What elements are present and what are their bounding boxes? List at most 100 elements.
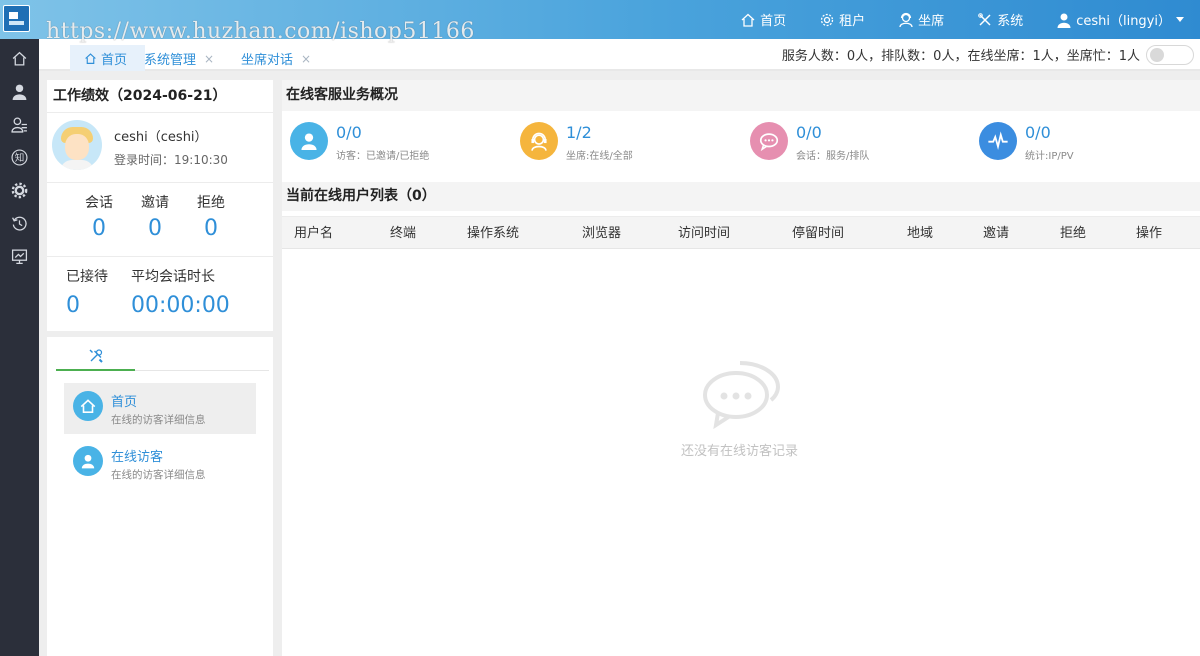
home-icon [741, 13, 755, 27]
tab-agent-chat[interactable]: 坐席对话 × [241, 46, 311, 71]
tools-icon [89, 349, 103, 363]
gear-icon [11, 182, 28, 199]
avg-duration-label: 平均会话时长 [131, 269, 215, 285]
pulse-icon [979, 122, 1017, 160]
stat-sessions-label: 会话 [85, 195, 113, 211]
tools-panel: 首页 在线的访客详细信息 在线访客 在线的访客详细信息 [47, 337, 273, 656]
stat-invites: 邀请 0 [125, 183, 185, 241]
overview-sessions-label: 会话：服务/排队 [796, 151, 870, 162]
stat-sessions-value: 0 [92, 216, 106, 241]
col-visit-time[interactable]: 访问时间 [678, 217, 730, 250]
col-terminal[interactable]: 终端 [390, 217, 416, 250]
online-list-header: 用户名 终端 操作系统 浏览器 访问时间 停留时间 地域 邀请 拒绝 操作 [282, 216, 1200, 249]
menu-item-home-title: 首页 [111, 395, 138, 410]
overview-agents-value: 1/2 [566, 123, 592, 142]
avatar [52, 120, 102, 170]
stat-invites-label: 邀请 [141, 195, 169, 211]
user-icon [12, 84, 27, 100]
login-time-label: 登录时间： [114, 153, 175, 167]
top-nav: 首页 租户 坐席 系统 ceshi（lingyi） [707, 0, 1184, 39]
rail-item-user[interactable] [0, 75, 39, 108]
received-value: 0 [66, 293, 80, 318]
received-label: 已接待 [66, 269, 108, 285]
empty-chat-icon [703, 361, 781, 429]
topnav-home-label: 首页 [760, 14, 787, 29]
col-action[interactable]: 操作 [1136, 217, 1162, 250]
col-invite[interactable]: 邀请 [983, 217, 1009, 250]
visitor-icon [290, 122, 328, 160]
stat-rejects-label: 拒绝 [197, 195, 225, 211]
session-stats: 会话 0 邀请 0 拒绝 0 [47, 183, 273, 257]
topnav-tenant-label: 租户 [839, 14, 866, 29]
topnav-system[interactable]: 系统 [977, 10, 1023, 29]
tab-home[interactable]: 首页 [70, 45, 146, 71]
app-logo[interactable] [3, 5, 30, 32]
col-stay-time[interactable]: 停留时间 [792, 217, 844, 250]
rail-item-knowledge[interactable]: 知 [0, 141, 39, 174]
menu-item-online-visitors-title: 在线访客 [111, 450, 164, 465]
col-browser[interactable]: 浏览器 [582, 217, 621, 250]
topnav-user-label: ceshi（lingyi） [1076, 14, 1171, 29]
overview-visitors-value: 0/0 [336, 123, 362, 142]
user-name: ceshi（ceshi） [114, 130, 208, 145]
topnav-system-label: 系统 [997, 14, 1024, 29]
login-time-value: 19:10:30 [174, 153, 228, 167]
stat-sessions: 会话 0 [69, 183, 129, 241]
agent-icon [899, 12, 913, 27]
login-time: 登录时间：19:10:30 [114, 151, 228, 168]
tab-system-management-label: 系统管理 [144, 53, 197, 68]
rail-item-settings[interactable] [0, 174, 39, 207]
topnav-home[interactable]: 首页 [740, 10, 786, 29]
topnav-agent[interactable]: 坐席 [898, 10, 944, 29]
online-list-title: 当前在线用户列表（0） [282, 182, 1200, 211]
topnav-tenant[interactable]: 租户 [819, 10, 865, 29]
tools-tab[interactable] [56, 343, 135, 371]
topnav-user-menu[interactable]: ceshi（lingyi） [1056, 10, 1184, 29]
knowledge-icon: 知 [11, 149, 28, 166]
user-card: ceshi（ceshi） 登录时间：19:10:30 [47, 113, 273, 183]
home-icon [12, 51, 27, 66]
left-rail: 知 [0, 39, 39, 656]
tab-bar: 首页 系统管理 × 坐席对话 × 服务人数：0人，排队数：0人，在线坐席：1人，… [39, 39, 1200, 71]
tab-system-management[interactable]: 系统管理 × [144, 46, 214, 71]
stat-invites-value: 0 [148, 216, 162, 241]
close-icon[interactable]: × [301, 52, 311, 66]
col-region[interactable]: 地域 [907, 217, 933, 250]
close-icon[interactable]: × [204, 52, 214, 66]
menu-item-online-visitors-sub: 在线的访客详细信息 [111, 469, 206, 481]
home-icon [73, 391, 103, 421]
topnav-agent-label: 坐席 [918, 14, 945, 29]
avg-duration-value: 00:00:00 [131, 293, 230, 318]
overview-stats-label: 统计:IP/PV [1025, 151, 1074, 162]
user-icon [73, 446, 103, 476]
menu-item-home-sub: 在线的访客详细信息 [111, 414, 206, 426]
col-reject[interactable]: 拒绝 [1060, 217, 1086, 250]
chevron-down-icon [1176, 17, 1184, 22]
performance-title: 工作绩效（2024-06-21） [47, 80, 273, 113]
main-panel: 在线客服业务概况 0/0 访客：已邀请/已拒绝 1/2 坐席:在线/全部 0/0… [282, 80, 1200, 656]
headset-icon [520, 122, 558, 160]
top-bar: https://www.huzhan.com/ishop51166 首页 租户 … [0, 0, 1200, 44]
busy-toggle[interactable] [1146, 45, 1194, 65]
rail-item-contacts[interactable] [0, 108, 39, 141]
user-icon [1057, 13, 1071, 28]
service-stats: 已接待 0 平均会话时长 00:00:00 [47, 257, 273, 329]
contacts-icon [11, 117, 27, 133]
tab-home-label: 首页 [101, 52, 128, 68]
monitor-icon [11, 249, 28, 265]
tab-agent-chat-label: 坐席对话 [241, 53, 294, 68]
stat-rejects: 拒绝 0 [181, 183, 241, 241]
overview-sessions-value: 0/0 [796, 123, 822, 142]
rail-item-home[interactable] [0, 42, 39, 75]
overview-title: 在线客服业务概况 [282, 80, 1200, 111]
menu-item-home[interactable]: 首页 在线的访客详细信息 [64, 383, 256, 434]
history-icon [12, 216, 27, 231]
performance-panel: 工作绩效（2024-06-21） ceshi（ceshi） 登录时间：19:10… [47, 80, 273, 331]
col-os[interactable]: 操作系统 [467, 217, 519, 250]
overview-agents-label: 坐席:在线/全部 [566, 151, 633, 162]
rail-item-history[interactable] [0, 207, 39, 240]
menu-item-online-visitors[interactable]: 在线访客 在线的访客详细信息 [64, 438, 256, 489]
rail-item-monitor[interactable] [0, 240, 39, 273]
col-username[interactable]: 用户名 [294, 217, 333, 250]
overview-stats-value: 0/0 [1025, 123, 1051, 142]
